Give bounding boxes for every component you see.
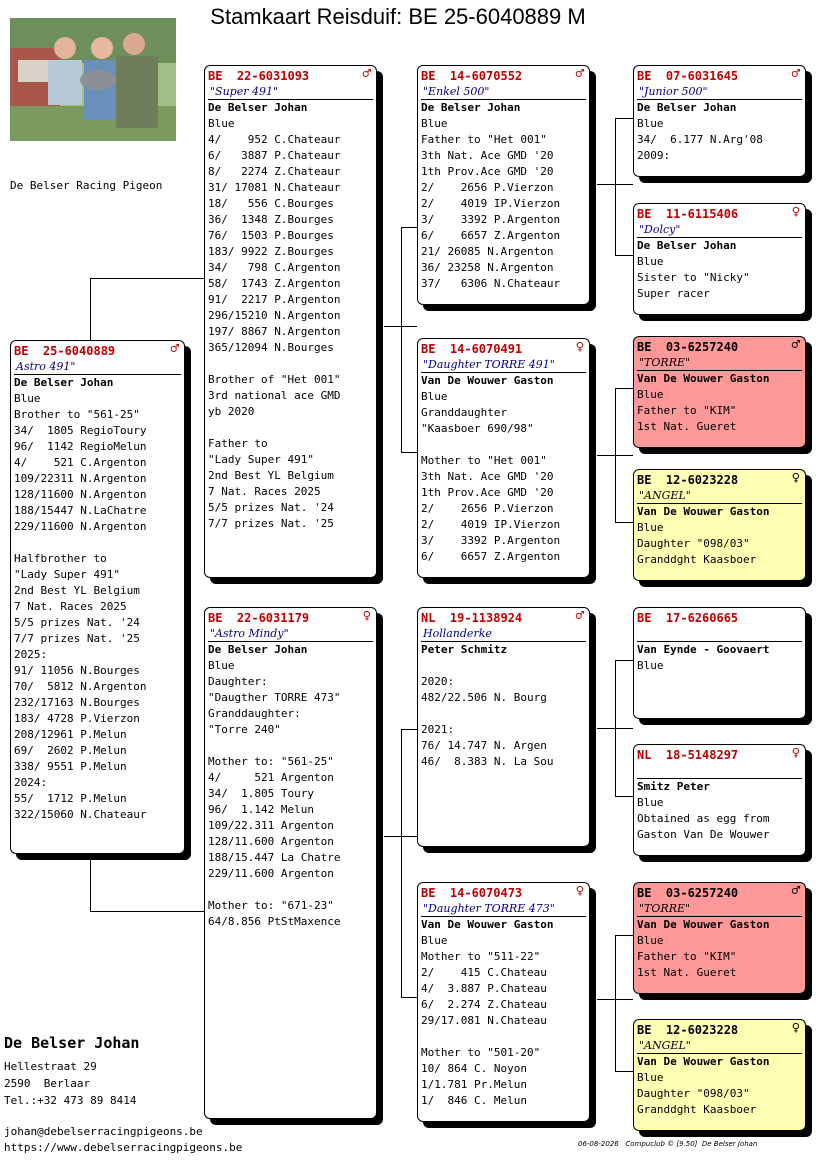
male-icon: ♂: [575, 608, 584, 624]
details: Blue Obtained as egg from Gaston Van De …: [637, 796, 770, 841]
female-icon: ♀: [791, 745, 800, 761]
nickname: Hollanderke: [421, 626, 586, 642]
owner: Van De Wouwer Gaston: [421, 374, 554, 387]
details: Blue Mother to "511-22" 2/ 415 C.Chateau…: [421, 934, 547, 1107]
nickname: Astro 491": [14, 359, 181, 375]
nickname: "Super 491": [208, 84, 373, 100]
pigeon-card-ds[interactable]: NL 19-1138924 ♂ Hollanderke Peter Schmit…: [417, 607, 590, 847]
pigeon-card-main[interactable]: BE 25-6040889 ♂ Astro 491" De Belser Joh…: [10, 340, 185, 854]
pigeon-card-dam[interactable]: BE 22-6031179 ♀ "Astro Mindy" De Belser …: [204, 607, 377, 1119]
pigeon-card-dss[interactable]: BE 17-6260665 Van Eynde - Goovaert Blue: [633, 607, 806, 719]
breeder-address: Hellestraat 29 2590 Berlaar Tel.:+32 473…: [4, 1060, 137, 1107]
ring-number: BE 22-6031093: [208, 69, 310, 83]
nickname: "ANGEL": [637, 1038, 802, 1054]
female-icon: ♀: [791, 470, 800, 486]
details: Blue Father to "KIM" 1st Nat. Gueret: [637, 934, 737, 979]
nickname: "Daughter TORRE 491": [421, 357, 586, 373]
nickname: "Dolcy": [637, 222, 802, 238]
owner: De Belser Johan: [14, 376, 114, 389]
ring-number: NL 18-5148297: [637, 748, 739, 762]
female-icon: ♀: [362, 608, 371, 624]
ring-number: BE 14-6070552: [421, 69, 523, 83]
nickname: "Daughter TORRE 473": [421, 901, 586, 917]
owner: De Belser Johan: [637, 101, 737, 114]
owner: De Belser Johan: [421, 101, 521, 114]
nickname: "ANGEL": [637, 488, 802, 504]
details: Blue Daughter: "Daugther TORRE 473" Gran…: [208, 659, 341, 928]
female-icon: ♀: [791, 1020, 800, 1036]
ring-number: BE 14-6070473: [421, 886, 523, 900]
male-icon: ♂: [791, 337, 800, 353]
details: Blue Father to "KIM" 1st Nat. Gueret: [637, 388, 737, 433]
pigeon-card-sire[interactable]: BE 22-6031093 ♂ "Super 491" De Belser Jo…: [204, 65, 377, 578]
nickname: "TORRE": [637, 355, 802, 371]
male-icon: ♂: [791, 66, 800, 82]
print-date: 06-08-2026: [578, 1140, 619, 1148]
nickname: "Junior 500": [637, 84, 802, 100]
details: 2020: 482/22.506 N. Bourg 2021: 76/ 14.7…: [421, 675, 554, 768]
pigeon-card-dd[interactable]: BE 14-6070473 ♀ "Daughter TORRE 473" Van…: [417, 882, 590, 1122]
pigeon-card-dsd[interactable]: NL 18-5148297 ♀ Smitz Peter Blue Obtaine…: [633, 744, 806, 856]
pigeon-card-ddd[interactable]: BE 12-6023228 ♀ "ANGEL" Van De Wouwer Ga…: [633, 1019, 806, 1131]
owner: De Belser Johan: [208, 643, 308, 656]
pigeon-card-ss[interactable]: BE 14-6070552 ♂ "Enkel 500" De Belser Jo…: [417, 65, 590, 305]
ring-number: BE 12-6023228: [637, 473, 739, 487]
pigeon-card-sss[interactable]: BE 07-6031645 ♂ "Junior 500" De Belser J…: [633, 65, 806, 177]
ring-number: BE 14-6070491: [421, 342, 523, 356]
male-icon: ♂: [791, 883, 800, 899]
ring-number: BE 07-6031645: [637, 69, 739, 83]
owner: Van De Wouwer Gaston: [637, 505, 770, 518]
male-icon: ♂: [362, 66, 371, 82]
nickname: [637, 626, 802, 642]
female-icon: ♀: [575, 339, 584, 355]
details: Blue Father to "Het 001" 3th Nat. Ace GM…: [421, 117, 561, 290]
details: Blue Sister to "Nicky" Super racer: [637, 255, 750, 300]
software-credit: Compuclub © [9.50] De Belser Johan: [625, 1140, 758, 1148]
pigeon-card-sdd[interactable]: BE 12-6023228 ♀ "ANGEL" Van De Wouwer Ga…: [633, 469, 806, 581]
ring-number: BE 17-6260665: [637, 611, 739, 625]
owner: Van De Wouwer Gaston: [637, 1055, 770, 1068]
club-name: De Belser Racing Pigeon: [10, 179, 163, 192]
nickname: "Enkel 500": [421, 84, 586, 100]
nickname: "TORRE": [637, 901, 802, 917]
details: Blue Brother to "561-25" 34/ 1805 RegioT…: [14, 392, 147, 821]
owner: Smitz Peter: [637, 780, 710, 793]
owner: Van Eynde - Goovaert: [637, 643, 770, 656]
pigeon-card-sd[interactable]: BE 14-6070491 ♀ "Daughter TORRE 491" Van…: [417, 338, 590, 578]
details: Blue 34/ 6.177 N.Arg'08 2009:: [637, 117, 763, 162]
nickname: [637, 763, 802, 779]
male-icon: ♂: [575, 66, 584, 82]
breeder-name: De Belser Johan: [4, 1034, 140, 1052]
details: Blue Daughter "098/03" Granddght Kaasboe…: [637, 1071, 757, 1116]
details: Blue: [637, 659, 664, 672]
owner: De Belser Johan: [208, 101, 308, 114]
ring-number: BE 11-6115406: [637, 207, 739, 221]
owners-photo: [10, 18, 176, 141]
female-icon: ♀: [575, 883, 584, 899]
owner: Van De Wouwer Gaston: [637, 372, 770, 385]
ring-number: BE 25-6040889: [14, 344, 116, 358]
ring-number: BE 03-6257240: [637, 340, 739, 354]
pigeon-card-ssd[interactable]: BE 11-6115406 ♀ "Dolcy" De Belser Johan …: [633, 203, 806, 315]
ring-number: BE 12-6023228: [637, 1023, 739, 1037]
nickname: "Astro Mindy": [208, 626, 373, 642]
owner: Van De Wouwer Gaston: [637, 918, 770, 931]
ring-number: NL 19-1138924: [421, 611, 523, 625]
details: Blue Daughter "098/03" Granddght Kaasboe…: [637, 521, 757, 566]
owner: Peter Schmitz: [421, 643, 508, 656]
details: Blue 4/ 952 C.Chateaur 6/ 3887 P.Chateau…: [208, 117, 341, 530]
owner: Van De Wouwer Gaston: [421, 918, 554, 931]
print-stamp: 06-08-2026 Compuclub © [9.50] De Belser …: [578, 1140, 757, 1148]
pigeon-card-dds[interactable]: BE 03-6257240 ♂ "TORRE" Van De Wouwer Ga…: [633, 882, 806, 994]
breeder-contact: johan@debelserracingpigeons.be https://w…: [4, 1125, 243, 1154]
ring-number: BE 03-6257240: [637, 886, 739, 900]
female-icon: ♀: [791, 204, 800, 220]
owner: De Belser Johan: [637, 239, 737, 252]
ring-number: BE 22-6031179: [208, 611, 310, 625]
pigeon-card-sds[interactable]: BE 03-6257240 ♂ "TORRE" Van De Wouwer Ga…: [633, 336, 806, 448]
details: Blue Granddaughter "Kaasboer 690/98" Mot…: [421, 390, 561, 563]
male-icon: ♂: [170, 341, 179, 357]
